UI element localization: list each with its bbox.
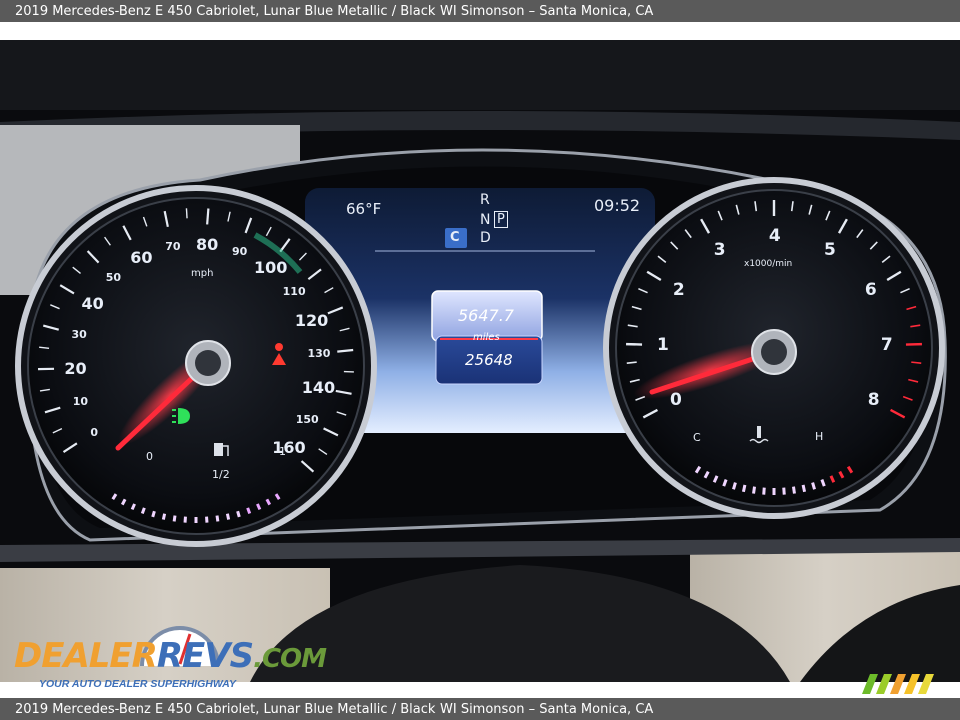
fuel-mark	[161, 513, 167, 520]
speed-tick	[206, 208, 210, 225]
caption-bar-bottom: 2019 Mercedes-Benz E 450 Cabriolet, Luna…	[0, 698, 960, 720]
rpm-label: 6	[864, 280, 877, 301]
coolant-mark	[791, 486, 796, 494]
fuel-mark	[246, 507, 252, 515]
speed-label: 80	[195, 234, 219, 254]
speed-label: 140	[301, 377, 336, 397]
speed-label: 30	[71, 328, 87, 342]
speed-label: 0	[90, 425, 99, 439]
speed-tick	[185, 208, 188, 219]
gear-r: R	[480, 192, 490, 208]
coolant-cold-label: C	[693, 431, 701, 444]
instrument-cluster-photo: 66°F 09:52 R N P D C 5647.7 miles 25648 …	[0, 40, 960, 682]
coolant-mark	[752, 486, 757, 494]
speed-label: 60	[130, 248, 153, 268]
speed-label: 40	[81, 294, 104, 314]
rpm-label: 2	[672, 280, 685, 301]
trip-unit: miles	[473, 332, 500, 343]
gear-d: D	[480, 230, 491, 246]
fuel-mark	[151, 510, 156, 518]
fuel-empty-label: 0	[146, 450, 153, 463]
speed-label: 70	[165, 239, 181, 253]
speed-label: 20	[64, 358, 87, 378]
speed-label: 130	[307, 347, 331, 361]
drive-mode-badge: C	[450, 230, 460, 245]
rpm-unit: x1000/min	[744, 259, 793, 269]
speed-label: 10	[72, 395, 89, 409]
coolant-hot-label: H	[815, 430, 824, 443]
coolant-mark	[811, 482, 816, 490]
vehicle-caption-bottom: 2019 Mercedes-Benz E 450 Cabriolet, Luna…	[15, 701, 436, 717]
fuel-mark	[140, 507, 146, 515]
rpm-label: 8	[867, 390, 880, 411]
dealer-caption-bottom: WI Simonson – Santa Monica, CA	[440, 701, 654, 717]
vehicle-caption: 2019 Mercedes-Benz E 450 Cabriolet, Luna…	[15, 3, 436, 19]
coolant-mark	[732, 482, 737, 490]
gear-p-selected: P	[494, 211, 508, 228]
dealerrevs-watermark: DEALERREVS.COM YOUR AUTO DEALER SUPERHIG…	[12, 620, 327, 694]
rpm-label: 1	[656, 334, 669, 355]
caption-bar-top: 2019 Mercedes-Benz E 450 Cabriolet, Luna…	[0, 0, 960, 22]
rpm-label: 4	[768, 225, 781, 246]
fuel-full-label: 1	[279, 445, 286, 458]
speed-label: 160	[272, 438, 306, 458]
rpm-label: 5	[824, 240, 836, 261]
speed-label: 120	[294, 311, 329, 331]
speed-label: 110	[282, 284, 306, 298]
speed-unit: mph	[191, 268, 214, 279]
speed-label: 150	[295, 413, 319, 426]
fuel-mark	[236, 510, 241, 518]
rpm-label: 0	[670, 390, 682, 411]
speed-label: 90	[232, 245, 248, 259]
rpm-tick	[626, 361, 637, 364]
trip-value: 5647.7	[458, 306, 514, 325]
rpm-label: 7	[880, 334, 893, 355]
coolant-mark	[741, 484, 747, 493]
dealer-caption: WI Simonson – Santa Monica, CA	[440, 3, 654, 19]
coolant-mark	[801, 484, 807, 493]
fuel-mark	[225, 513, 231, 520]
speed-label: 100	[253, 258, 288, 278]
watermark-tagline: YOUR AUTO DEALER SUPERHIGHWAY	[39, 678, 236, 690]
fuel-mark	[215, 515, 220, 522]
redline-tick	[911, 361, 922, 364]
watermark-logo: DEALERREVS.COM	[14, 636, 327, 676]
gear-n: N	[480, 212, 491, 228]
headlight-indicator-icon	[172, 408, 190, 424]
clock: 09:52	[594, 196, 641, 215]
fuel-half-label: 1/2	[212, 468, 230, 481]
fuel-mark	[172, 515, 177, 522]
speed-label: 50	[105, 270, 122, 284]
outside-temperature: 66°F	[346, 200, 382, 218]
odometer-value: 25648	[465, 351, 513, 369]
watermark-stripes-icon	[862, 674, 934, 694]
rpm-label: 3	[713, 240, 726, 261]
